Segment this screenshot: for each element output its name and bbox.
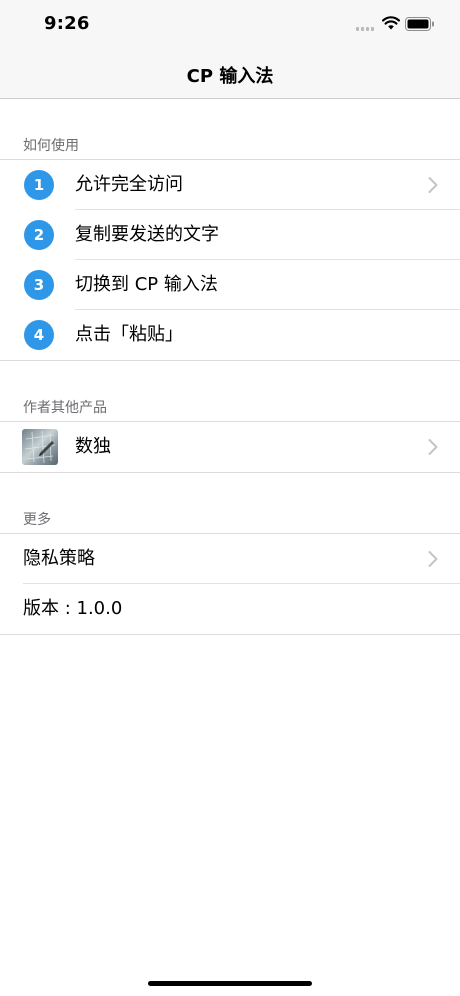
more-list: 隐私策略 版本 : 1.0.0 (0, 533, 460, 635)
other-products-list: 数独 (0, 421, 460, 473)
battery-icon (405, 17, 434, 31)
page-title: CP 输入法 (186, 66, 274, 87)
how-to-use-list: 1 允许完全访问 2 复制要发送的文字 3 切换到 CP 输入法 4 点击「粘贴… (0, 159, 460, 361)
step-label: 允许完全访问 (75, 174, 183, 195)
chevron-right-icon (428, 177, 438, 193)
status-bar: 9:26 (0, 0, 460, 50)
version-row: 版本 : 1.0.0 (0, 584, 460, 634)
section-header-other-products: 作者其他产品 (23, 400, 107, 416)
privacy-policy-row[interactable]: 隐私策略 (0, 534, 460, 584)
privacy-policy-label: 隐私策略 (23, 548, 95, 569)
section-header-how-to-use: 如何使用 (23, 138, 79, 154)
sudoku-app-icon (22, 429, 58, 465)
step-row-switch-keyboard: 3 切换到 CP 输入法 (0, 260, 460, 310)
status-time: 9:26 (44, 13, 90, 34)
step-label: 复制要发送的文字 (75, 224, 219, 245)
wifi-icon (382, 16, 400, 30)
step-number-badge: 4 (24, 320, 54, 350)
step-number-badge: 3 (24, 270, 54, 300)
chevron-right-icon (428, 439, 438, 455)
home-indicator[interactable] (148, 981, 312, 986)
product-label: 数独 (75, 436, 111, 457)
version-label: 版本 : 1.0.0 (23, 598, 123, 619)
step-label: 点击「粘贴」 (75, 324, 183, 345)
chevron-right-icon (428, 551, 438, 567)
step-label: 切换到 CP 输入法 (75, 274, 218, 295)
step-row-copy-text: 2 复制要发送的文字 (0, 210, 460, 260)
cellular-signal-icon (356, 27, 376, 31)
section-header-more: 更多 (23, 512, 51, 528)
step-number-badge: 1 (24, 170, 54, 200)
step-row-allow-full-access[interactable]: 1 允许完全访问 (0, 160, 460, 210)
step-number-badge: 2 (24, 220, 54, 250)
navigation-bar: CP 输入法 (0, 50, 460, 99)
product-row-sudoku[interactable]: 数独 (0, 422, 460, 472)
step-row-tap-paste: 4 点击「粘贴」 (0, 310, 460, 360)
